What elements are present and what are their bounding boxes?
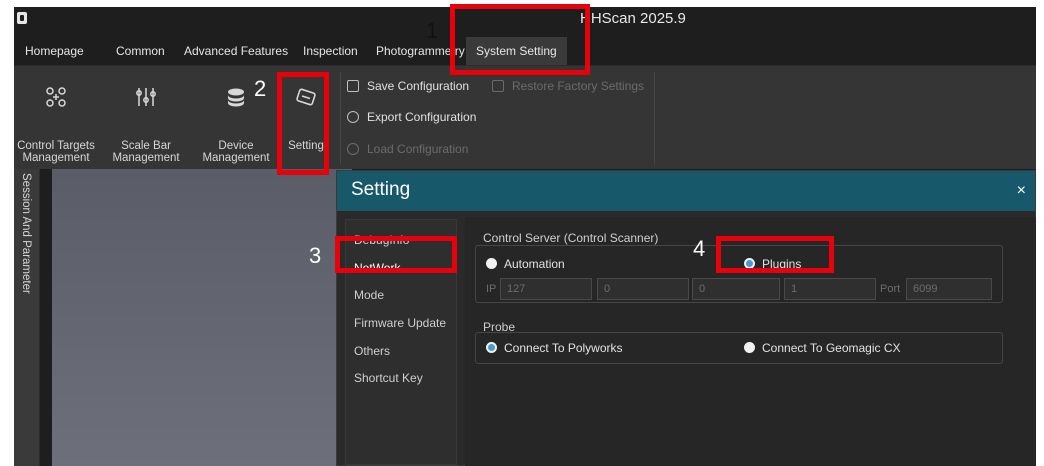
- ip-row: IP 127 0 0 1 Port 6099: [476, 278, 1002, 300]
- save-configuration-label: Save Configuration: [367, 79, 470, 93]
- control-targets-icon: [46, 87, 66, 107]
- 3d-viewport[interactable]: [52, 169, 352, 466]
- setting-button[interactable]: Setting: [276, 66, 336, 170]
- setting-label: Setting: [288, 140, 324, 152]
- nav-item-mode[interactable]: Mode: [354, 288, 384, 302]
- close-icon[interactable]: ×: [1017, 182, 1026, 200]
- settings-nav: DebugInfo NetWork Mode Firmware Update O…: [345, 219, 457, 465]
- restore-factory-settings-button[interactable]: Restore Factory Settings: [492, 79, 644, 93]
- load-icon: [347, 143, 359, 155]
- nav-item-network[interactable]: NetWork: [354, 261, 400, 275]
- ip-field-4[interactable]: 1: [784, 278, 876, 300]
- radio-unselected-icon: [744, 342, 755, 353]
- annotation-step-2: 2: [254, 76, 267, 101]
- port-label: Port: [880, 283, 901, 295]
- radio-selected-icon: [744, 258, 755, 269]
- ip-field-1[interactable]: 127: [500, 278, 592, 300]
- scale-bar-management-button[interactable]: Scale Bar Management: [106, 66, 186, 170]
- connect-to-geomagic-radio[interactable]: Connect To Geomagic CX: [744, 341, 901, 355]
- scale-bar-icon: [136, 88, 156, 106]
- radio-selected-icon: [486, 342, 497, 353]
- control-server-group: Automation Plugins IP 127 0 0 1 Port 609…: [475, 245, 1003, 303]
- session-and-parameter-label: Session And Parameter: [20, 173, 32, 294]
- ip-field-3[interactable]: 0: [692, 278, 780, 300]
- annotation-step-3: 3: [309, 243, 322, 268]
- dialog-title: Setting: [351, 179, 411, 200]
- app-window: HHScan 2025.9 Homepage Common Advanced F…: [14, 7, 1036, 466]
- scale-bar-label: Scale Bar Management: [112, 140, 180, 164]
- dialog-header: Setting ×: [337, 171, 1035, 211]
- control-targets-management-button[interactable]: Control Targets Management: [16, 66, 96, 170]
- nav-item-others[interactable]: Others: [354, 344, 390, 358]
- tab-homepage[interactable]: Homepage: [25, 44, 84, 58]
- export-configuration-label: Export Configuration: [367, 110, 477, 124]
- restore-icon: [492, 80, 504, 92]
- connect-to-polyworks-label: Connect To Polyworks: [504, 341, 623, 355]
- device-label: Device Management: [202, 140, 270, 164]
- app-logo-icon: [17, 12, 27, 24]
- probe-group: Connect To Polyworks Connect To Geomagic…: [475, 332, 1003, 364]
- connect-to-geomagic-label: Connect To Geomagic CX: [762, 341, 901, 355]
- device-icon: [228, 88, 244, 107]
- radio-unselected-icon: [486, 258, 497, 269]
- setting-icon: [296, 88, 316, 106]
- session-and-parameter-panel[interactable]: Session And Parameter: [14, 169, 40, 466]
- tab-photogrammetry[interactable]: Photogrammetry: [376, 44, 465, 58]
- port-field[interactable]: 6099: [906, 278, 992, 300]
- ip-field-2[interactable]: 0: [597, 278, 689, 300]
- tab-system-setting[interactable]: System Setting: [466, 37, 567, 65]
- restore-factory-settings-label: Restore Factory Settings: [512, 79, 645, 93]
- ribbon-tabs: Homepage Common Advanced Features Inspec…: [14, 37, 1036, 65]
- plugins-label: Plugins: [762, 257, 802, 271]
- ribbon-separator: [340, 72, 341, 164]
- save-icon: [347, 80, 359, 92]
- connect-to-polyworks-radio[interactable]: Connect To Polyworks: [486, 341, 623, 355]
- load-configuration-button[interactable]: Load Configuration: [347, 142, 468, 156]
- tab-inspection[interactable]: Inspection: [303, 44, 358, 58]
- tab-advanced-features[interactable]: Advanced Features: [184, 44, 288, 58]
- nav-item-debuginfo[interactable]: DebugInfo: [354, 233, 409, 247]
- plugins-radio[interactable]: Plugins: [744, 257, 801, 271]
- control-server-title: Control Server (Control Scanner): [483, 231, 659, 245]
- export-configuration-button[interactable]: Export Configuration: [347, 110, 476, 124]
- app-title: HHScan 2025.9: [580, 10, 686, 27]
- network-settings: Control Server (Control Scanner) Automat…: [465, 217, 1036, 466]
- automation-radio[interactable]: Automation: [486, 257, 565, 271]
- title-bar: HHScan 2025.9: [14, 7, 1036, 39]
- automation-label: Automation: [504, 257, 565, 271]
- save-configuration-button[interactable]: Save Configuration: [347, 79, 469, 93]
- annotation-step-4: 4: [693, 236, 706, 261]
- export-icon: [347, 111, 359, 123]
- control-targets-label: Control Targets Management: [17, 140, 95, 164]
- load-configuration-label: Load Configuration: [367, 142, 469, 156]
- annotation-step-1: 1: [426, 18, 439, 43]
- ip-label: IP: [486, 283, 497, 295]
- ribbon-panel: Control Targets Management Scale Bar Man…: [14, 65, 1036, 169]
- nav-item-shortcut-key[interactable]: Shortcut Key: [354, 371, 423, 385]
- ribbon-separator: [654, 72, 655, 164]
- tab-common[interactable]: Common: [116, 44, 165, 58]
- nav-item-firmware-update[interactable]: Firmware Update: [354, 316, 446, 330]
- setting-dialog: Setting × DebugInfo NetWork Mode Firmwar…: [336, 170, 1036, 466]
